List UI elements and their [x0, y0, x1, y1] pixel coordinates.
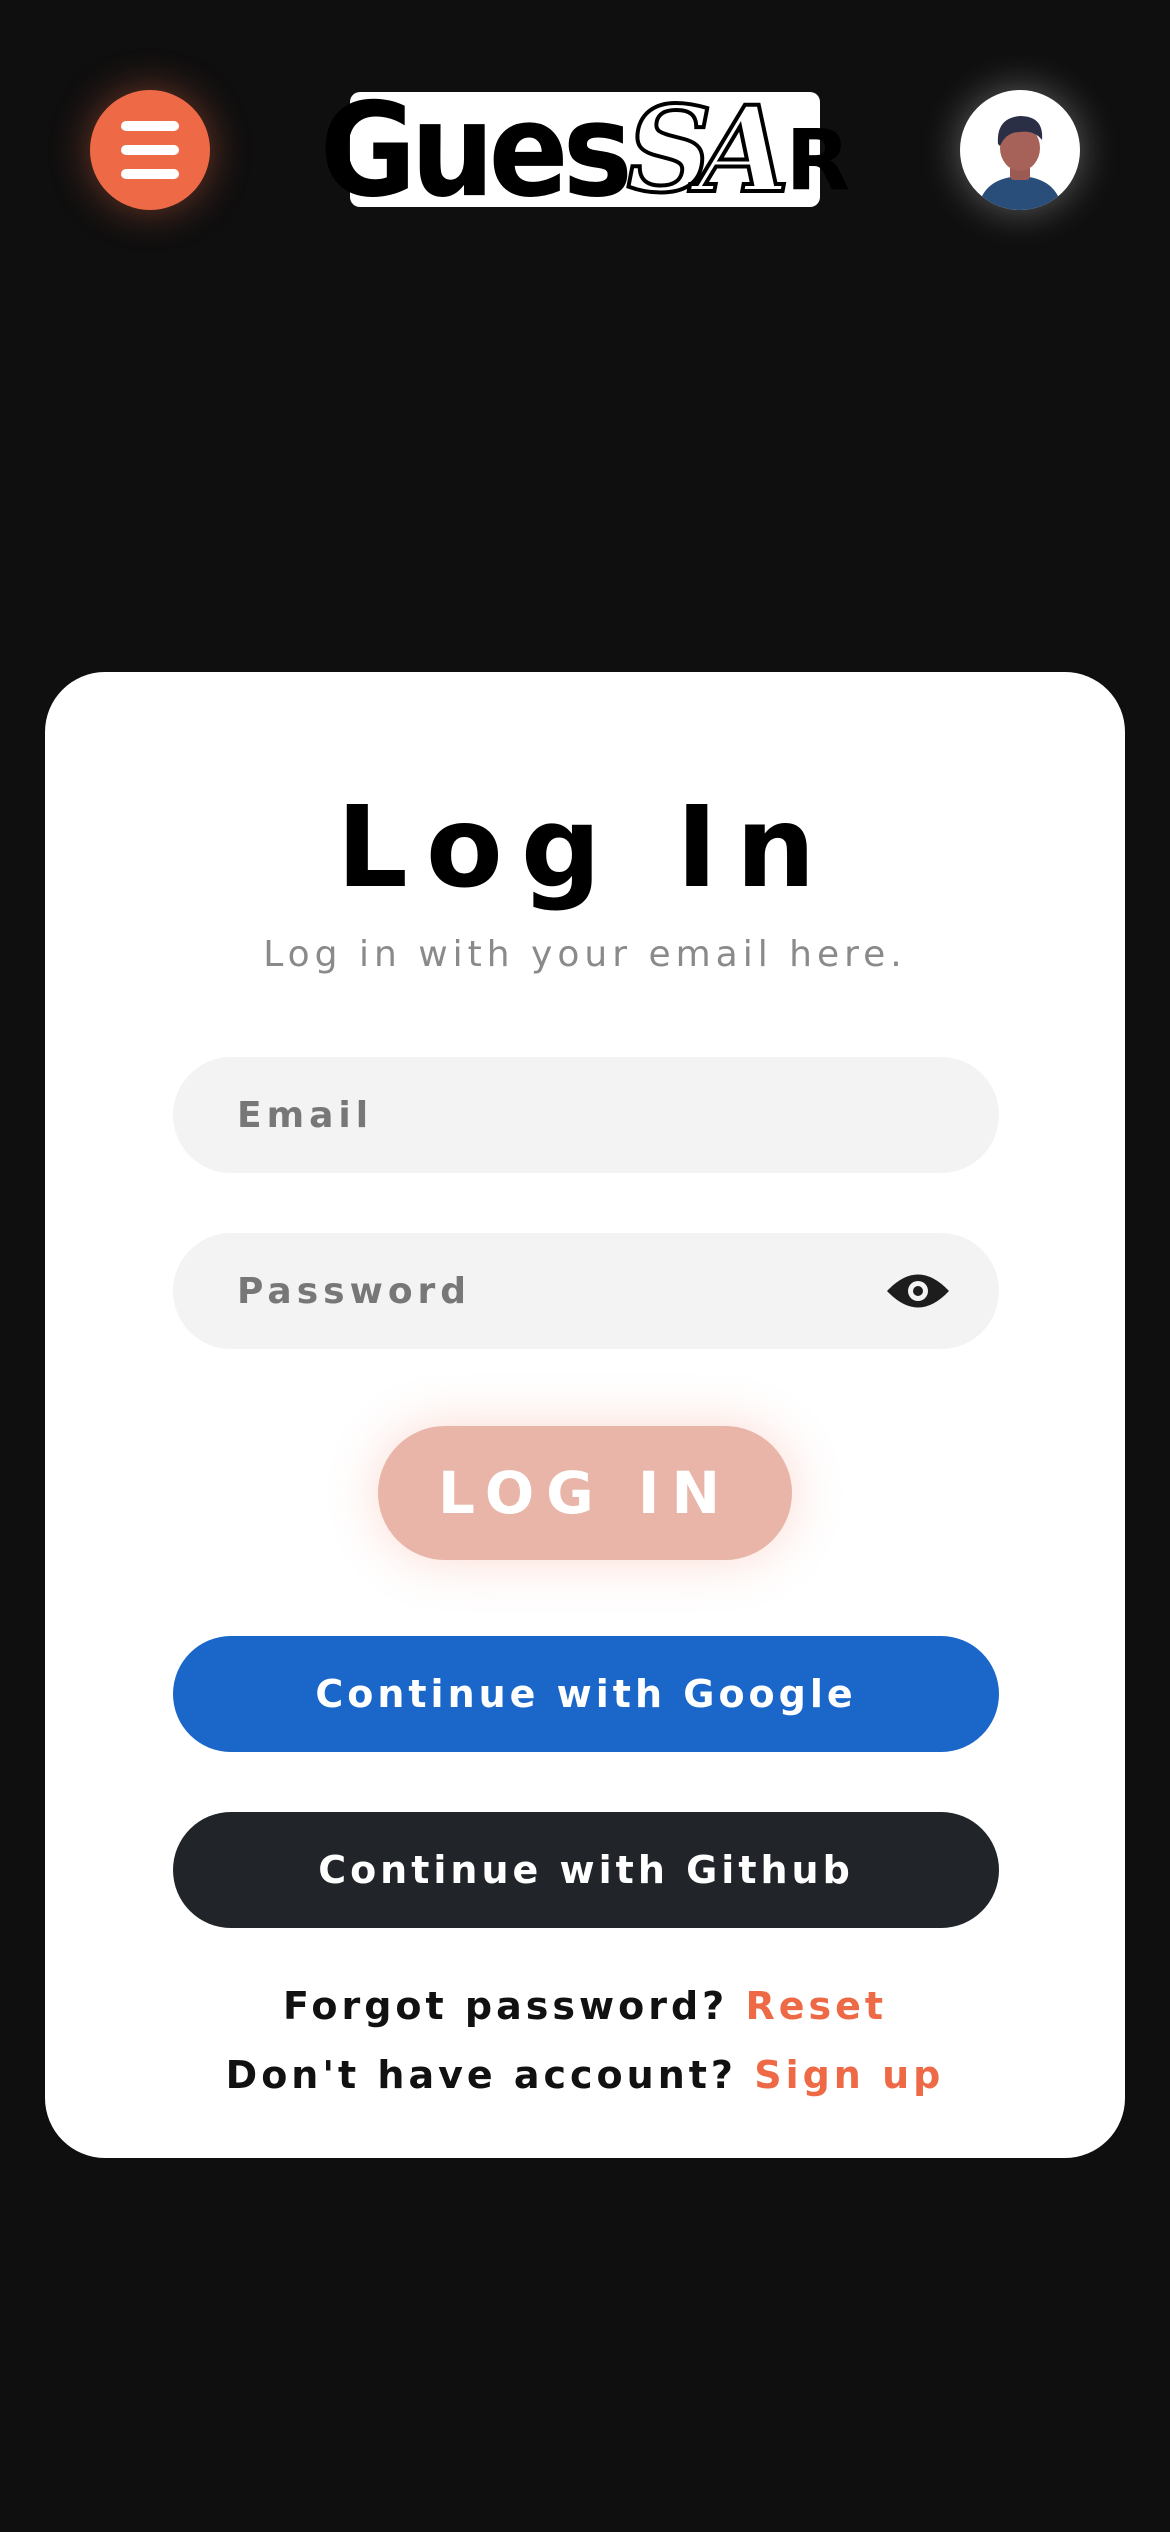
no-account-text: Don't have account?	[225, 2053, 737, 2097]
login-card: Log In Log in with your email here. LOG …	[45, 672, 1125, 2158]
eye-icon[interactable]	[885, 1268, 951, 1314]
hamburger-menu-icon	[121, 169, 179, 179]
email-field[interactable]	[173, 1057, 999, 1173]
user-avatar-icon	[978, 116, 1062, 210]
signup-line: Don't have account? Sign up	[45, 2053, 1125, 2097]
forgot-password-line: Forgot password? Reset	[45, 1984, 1125, 2028]
logo-text-part3: R	[785, 110, 851, 209]
email-input[interactable]	[235, 1093, 889, 1137]
google-login-button[interactable]: Continue with Google	[173, 1636, 999, 1752]
github-login-button[interactable]: Continue with Github	[173, 1812, 999, 1928]
logo-text-part2: SA	[625, 79, 792, 219]
page-title: Log In	[336, 783, 834, 913]
password-input[interactable]	[235, 1269, 889, 1313]
forgot-password-text: Forgot password?	[282, 1984, 729, 2028]
reset-link[interactable]: Reset	[745, 1984, 887, 2028]
hamburger-menu-icon	[121, 121, 179, 131]
app-logo[interactable]: Gues SA R	[320, 79, 851, 219]
hamburger-menu-icon	[121, 145, 179, 155]
logo-text-part1: Gues	[319, 73, 633, 226]
signup-link[interactable]: Sign up	[754, 2053, 944, 2097]
password-field[interactable]	[173, 1233, 999, 1349]
menu-button[interactable]	[90, 90, 210, 210]
login-submit-button[interactable]: LOG IN	[378, 1426, 792, 1560]
user-avatar-button[interactable]	[960, 90, 1080, 210]
page-subtitle: Log in with your email here.	[263, 934, 907, 975]
